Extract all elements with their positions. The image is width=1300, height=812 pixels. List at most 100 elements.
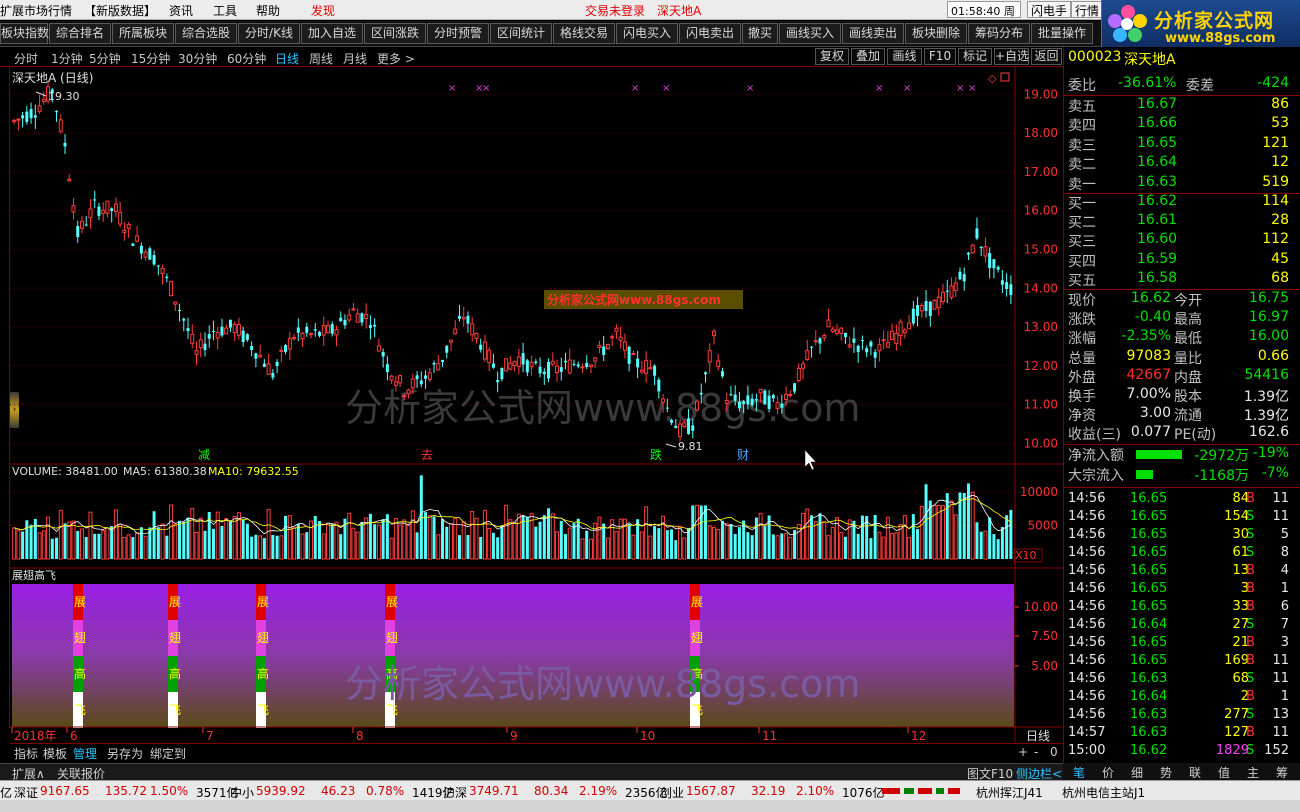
volume-bar (424, 512, 428, 559)
server-label-2[interactable]: 杭州电信主站J1 (1062, 784, 1145, 801)
toolbar-button-0[interactable]: 板块指数 (0, 23, 49, 44)
zoom-out-button[interactable]: - (1034, 745, 1038, 759)
tab-save-as[interactable]: 另存为 (107, 745, 143, 762)
index-name[interactable]: 创业 (660, 784, 684, 801)
index-name[interactable]: 中小 (230, 784, 254, 801)
period-2[interactable]: 5分钟 (89, 50, 121, 67)
candle-body (135, 235, 140, 242)
menu-item-new-data[interactable]: 【新版数据】 (84, 2, 156, 19)
chart-button-4[interactable]: 标记 (958, 48, 992, 65)
signal-marker-icon: × (662, 83, 670, 94)
tab-indicator[interactable]: 指标 (14, 745, 38, 762)
tick-time: 14:56 (1068, 689, 1106, 704)
weibi-row: 委比 -36.61% 委差 -424 (1064, 75, 1300, 94)
menu-item-tools[interactable]: 工具 (213, 2, 237, 19)
quote-button[interactable]: 行情 (1071, 1, 1104, 18)
period-3[interactable]: 15分钟 (131, 50, 170, 67)
candle-body (763, 390, 767, 405)
tick-time: 14:56 (1068, 599, 1106, 614)
volume-bar (902, 515, 907, 560)
tick-time: 14:56 (1068, 653, 1106, 668)
toolbar-button-15[interactable]: 板块删除 (905, 23, 967, 44)
side-tab-2[interactable]: 细 (1131, 764, 1143, 781)
price-tick-label: 19.00 (1024, 87, 1058, 101)
side-tab-7[interactable]: 筹 (1276, 764, 1288, 781)
toolbar-button-17[interactable]: 批量操作 (1031, 23, 1093, 44)
candle-body (966, 252, 970, 255)
menu-item-help[interactable]: 帮助 (256, 2, 280, 19)
chart-button-6[interactable]: 返回 (1031, 48, 1062, 65)
index-name[interactable]: 深证 (14, 784, 38, 801)
chart-button-3[interactable]: F10 (924, 48, 956, 65)
chart-button-1[interactable]: 叠加 (851, 48, 885, 65)
toolbar-button-5[interactable]: 加入自选 (301, 23, 363, 44)
zoom-in-button[interactable]: + (1018, 745, 1028, 759)
tick-side: S (1246, 617, 1255, 632)
side-tab-6[interactable]: 主 (1247, 764, 1259, 781)
volume-bar (695, 504, 700, 560)
menu-item-news[interactable]: 资讯 (169, 2, 193, 19)
side-tab-4[interactable]: 联 (1189, 764, 1201, 781)
toolbar-button-10[interactable]: 闪电买入 (616, 23, 678, 44)
toolbar-button-1[interactable]: 综合排名 (49, 23, 111, 44)
server-label-1[interactable]: 杭州挥江J41 (976, 784, 1043, 801)
toolbar-button-6[interactable]: 区间涨跌 (364, 23, 426, 44)
period-7[interactable]: 周线 (309, 50, 333, 67)
candle-body (347, 314, 352, 321)
volume-bar (368, 513, 372, 559)
period-6[interactable]: 日线 (275, 50, 299, 67)
toolbar-button-2[interactable]: 所属板块 (112, 23, 174, 44)
period-1[interactable]: 1分钟 (51, 50, 83, 67)
toolbar-button-16[interactable]: 筹码分布 (968, 23, 1030, 44)
stat-value: 42667 (1126, 366, 1171, 383)
toolbar-button-4[interactable]: 分时/K线 (238, 23, 300, 44)
toolbar-button-7[interactable]: 分时预警 (427, 23, 489, 44)
chart-button-0[interactable]: 复权 (815, 48, 849, 65)
period-4[interactable]: 30分钟 (178, 50, 217, 67)
candle-body (236, 324, 241, 336)
period-9[interactable]: 更多 > (377, 50, 415, 67)
index-name[interactable]: 亿 (0, 784, 12, 801)
side-tab-0[interactable]: 笔 (1073, 764, 1085, 781)
volume-bar (550, 513, 555, 560)
tab-manage[interactable]: 管理 (73, 745, 97, 762)
stat-label: 最低 (1174, 331, 1202, 348)
volume-bar (355, 531, 360, 560)
toolbar-button-11[interactable]: 闪电卖出 (679, 23, 741, 44)
candle-body (211, 330, 215, 332)
tab-bind-to[interactable]: 绑定到 (150, 745, 186, 762)
toolbar-button-9[interactable]: 格线交易 (553, 23, 615, 44)
volume-bar (653, 526, 657, 559)
menu-item-discover[interactable]: 发现 (311, 2, 335, 19)
volume-bar (699, 505, 703, 559)
candle-body (79, 220, 84, 229)
toolbar-button-14[interactable]: 画线卖出 (842, 23, 904, 44)
candle-body (678, 423, 683, 438)
toolbar-button-3[interactable]: 综合选股 (175, 23, 237, 44)
side-tab-3[interactable]: 势 (1160, 764, 1172, 781)
volume-bar (296, 523, 300, 559)
menu-item-expand-market[interactable]: 扩展市场行情 (0, 2, 72, 19)
tab-template[interactable]: 模板 (43, 745, 67, 762)
chart-button-5[interactable]: +自选 (994, 48, 1029, 65)
volume-bar (572, 523, 576, 559)
tick-side: B (1246, 725, 1255, 740)
chart-button-2[interactable]: 画线 (887, 48, 922, 65)
tick-count: 5 (1280, 527, 1289, 542)
period-8[interactable]: 月线 (343, 50, 367, 67)
period-5[interactable]: 60分钟 (227, 50, 266, 67)
toolbar-button-13[interactable]: 画线买入 (779, 23, 841, 44)
flash-hand-button[interactable]: 闪电手 (1027, 1, 1072, 18)
tick-side: B (1246, 635, 1255, 650)
toolbar-button-8[interactable]: 区间统计 (490, 23, 552, 44)
stat-row: 净资 3.00 流通 1.39亿 (1064, 405, 1300, 424)
period-0[interactable]: 分时 (14, 50, 38, 67)
side-tab-1[interactable]: 价 (1102, 764, 1114, 781)
volume-bar (398, 524, 403, 560)
side-tab-5[interactable]: 值 (1218, 764, 1230, 781)
volume-bar (254, 534, 258, 559)
index-name[interactable]: 沪深 (443, 784, 467, 801)
zoom-reset-button[interactable]: 0 (1050, 745, 1058, 759)
toolbar-button-12[interactable]: 撤买 (742, 23, 778, 44)
volume-bar (890, 533, 895, 560)
